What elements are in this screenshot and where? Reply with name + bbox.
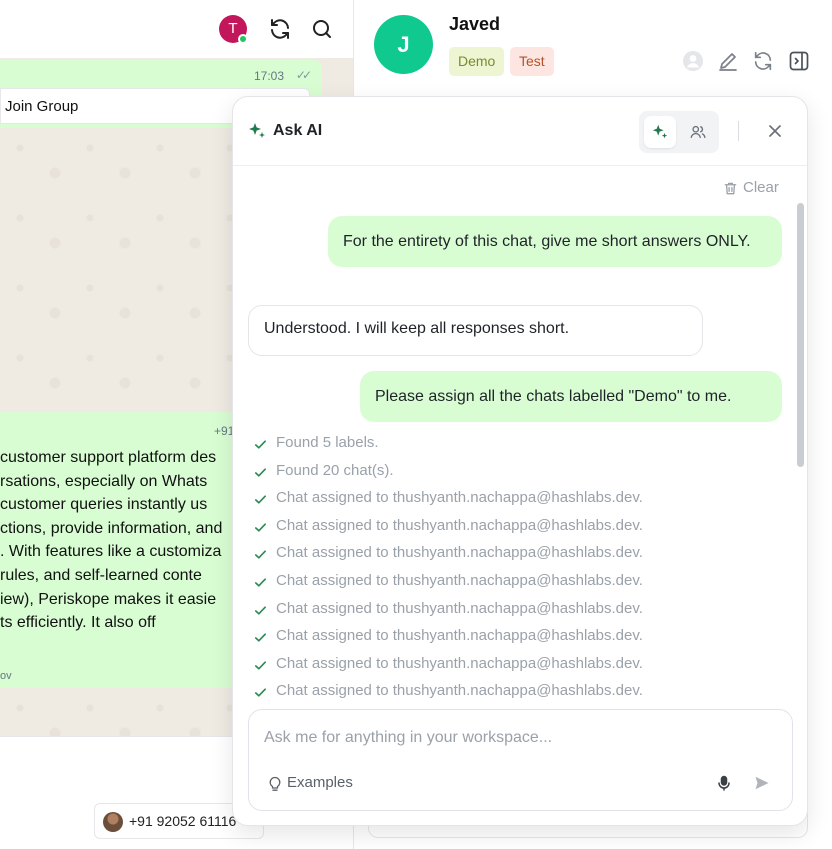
- message-line: ctions, provide information, and: [0, 519, 223, 537]
- message-text: customer support platform des rsations, …: [0, 446, 260, 635]
- action-step-text: Found 20 chat(s).: [276, 461, 394, 479]
- message-line: . With features like a customiza: [0, 543, 222, 561]
- mode-team-button[interactable]: [682, 116, 714, 148]
- action-step-text: Chat assigned to thushyanth.nachappa@has…: [276, 516, 643, 534]
- refresh-icon[interactable]: [268, 17, 292, 41]
- sparkle-icon: [652, 124, 668, 139]
- edit-icon[interactable]: [717, 50, 739, 72]
- message-line: ts efficiently. It also off: [0, 614, 156, 632]
- header-divider: [738, 121, 739, 141]
- action-step: Chat assigned to thushyanth.nachappa@has…: [253, 517, 773, 545]
- mode-toggle: [639, 111, 719, 153]
- ask-ai-title: Ask AI: [273, 122, 323, 139]
- online-status-dot: [238, 34, 248, 44]
- ask-ai-header: Ask AI: [233, 97, 807, 166]
- message-line: customer queries instantly us: [0, 496, 208, 514]
- search-icon[interactable]: [310, 17, 334, 41]
- contact-name: Javed: [449, 14, 501, 34]
- message-line: customer support platform des: [0, 449, 217, 466]
- check-icon: [254, 467, 267, 477]
- ask-ai-panel: Ask AI Clear For the entirety of this ch…: [232, 96, 808, 826]
- assign-user-icon[interactable]: [682, 50, 704, 72]
- check-icon: [254, 440, 267, 449]
- action-steps-list: Found 5 labels. Found 20 chat(s). Chat a…: [253, 434, 773, 710]
- read-ticks-icon: ✓✓: [295, 68, 312, 82]
- message-line: rules, and self-learned conte: [0, 566, 202, 584]
- long-message-bubble[interactable]: +91 customer support platform des rsatio…: [0, 412, 260, 688]
- action-step: Found 5 labels.: [253, 434, 773, 462]
- contact-avatar-large[interactable]: J: [374, 15, 433, 74]
- sparkle-icon: [249, 123, 265, 138]
- user-message: Please assign all the chats labelled "De…: [360, 371, 782, 422]
- action-step-text: Chat assigned to thushyanth.nachappa@has…: [276, 682, 643, 700]
- ask-ai-composer: Examples: [248, 709, 793, 811]
- label-test[interactable]: Test: [510, 47, 554, 76]
- action-step: Chat assigned to thushyanth.nachappa@has…: [253, 655, 773, 683]
- send-icon[interactable]: [754, 775, 770, 791]
- side-panel-icon[interactable]: [788, 50, 810, 72]
- lightbulb-icon: [269, 776, 281, 791]
- action-step-text: Chat assigned to thushyanth.nachappa@has…: [276, 654, 643, 672]
- message-line: iew), Periskope makes it easie: [0, 590, 217, 608]
- ask-ai-input[interactable]: [264, 727, 764, 749]
- users-icon: [690, 125, 706, 139]
- message-line: rsations, especially on Whats: [0, 472, 208, 490]
- check-icon: [254, 523, 267, 532]
- action-step-text: Chat assigned to thushyanth.nachappa@has…: [276, 489, 643, 507]
- assistant-message: Understood. I will keep all responses sh…: [248, 305, 703, 356]
- check-icon: [254, 633, 267, 642]
- check-icon: [254, 578, 267, 587]
- label-demo[interactable]: Demo: [449, 47, 505, 76]
- user-avatar-letter: T: [228, 20, 238, 37]
- check-icon: [254, 688, 267, 697]
- check-icon: [254, 661, 267, 670]
- action-step: Chat assigned to thushyanth.nachappa@has…: [253, 682, 773, 710]
- user-avatar[interactable]: T: [219, 15, 248, 44]
- user-message: For the entirety of this chat, give me s…: [328, 216, 782, 267]
- clear-label: Clear: [743, 179, 779, 196]
- contact-number: +91 92052 61116: [129, 813, 237, 829]
- action-step-text: Chat assigned to thushyanth.nachappa@has…: [276, 599, 643, 617]
- close-icon[interactable]: [765, 121, 785, 141]
- contact-avatar-letter: J: [397, 32, 410, 57]
- message-footer: ov: [0, 670, 12, 682]
- action-step: Chat assigned to thushyanth.nachappa@has…: [253, 489, 773, 517]
- conversation-scrollbar[interactable]: [797, 203, 804, 467]
- microphone-icon[interactable]: [716, 775, 732, 791]
- trash-icon: [724, 182, 737, 195]
- action-step-text: Found 5 labels.: [276, 434, 379, 451]
- contact-avatar: [103, 812, 123, 832]
- action-step: Chat assigned to thushyanth.nachappa@has…: [253, 572, 773, 600]
- action-step: Chat assigned to thushyanth.nachappa@has…: [253, 544, 773, 572]
- action-step-text: Chat assigned to thushyanth.nachappa@has…: [276, 627, 643, 645]
- check-icon: [254, 550, 267, 559]
- action-step-text: Chat assigned to thushyanth.nachappa@has…: [276, 571, 643, 589]
- join-group-label: Join Group: [5, 98, 79, 115]
- left-header: T: [0, 0, 353, 58]
- mode-ai-button[interactable]: [644, 116, 676, 148]
- action-step-text: Chat assigned to thushyanth.nachappa@has…: [276, 544, 643, 562]
- action-step: Chat assigned to thushyanth.nachappa@has…: [253, 627, 773, 655]
- message-time: 17:03: [253, 69, 284, 83]
- check-icon: [254, 495, 267, 504]
- sync-icon[interactable]: [752, 50, 774, 72]
- action-step: Found 20 chat(s).: [253, 462, 773, 490]
- check-icon: [254, 605, 267, 615]
- action-step: Chat assigned to thushyanth.nachappa@has…: [253, 600, 773, 628]
- examples-label: Examples: [287, 774, 353, 791]
